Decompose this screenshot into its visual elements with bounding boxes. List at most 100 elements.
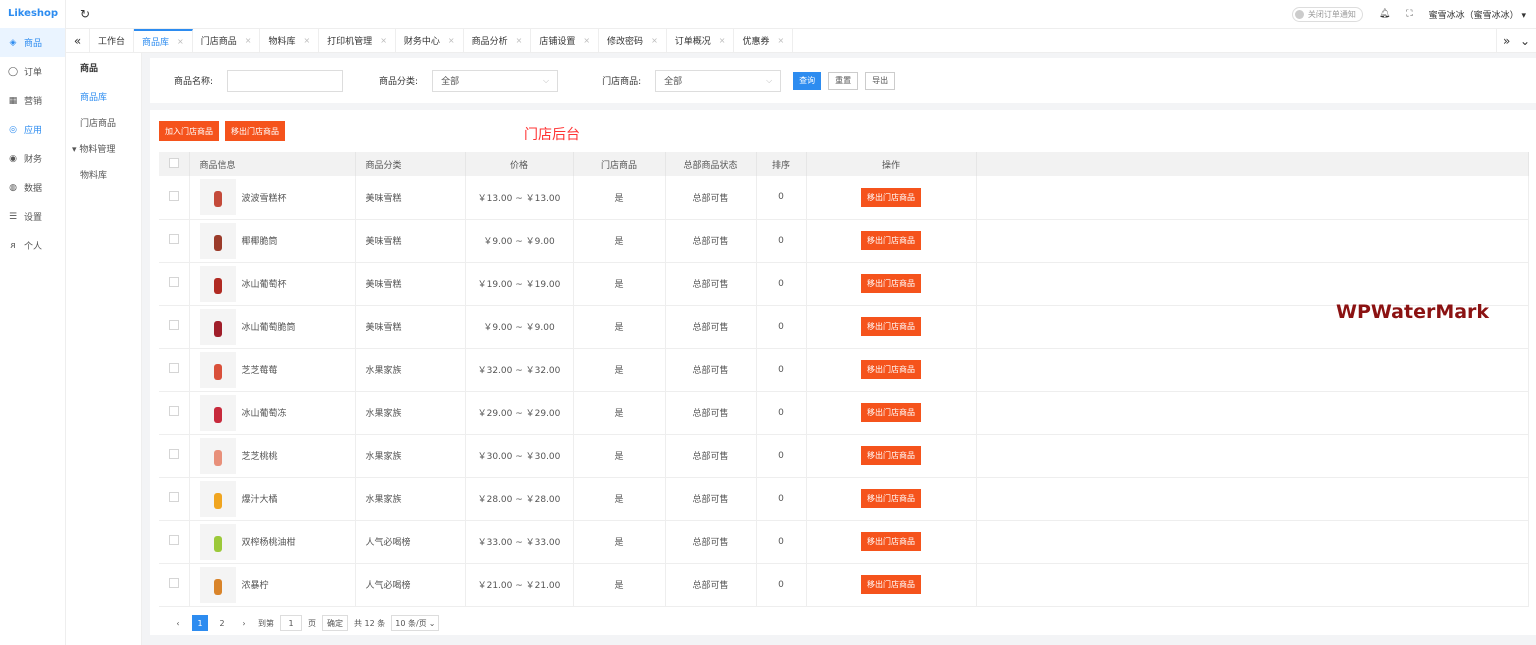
page-size-select[interactable]: 10 条/页 ⌄ <box>391 615 440 631</box>
product-thumbnail <box>199 308 236 345</box>
remove-from-store-row-button[interactable]: 移出门店商品 <box>861 446 921 465</box>
close-icon[interactable]: × <box>651 36 658 45</box>
category-select[interactable]: 全部 ⌵ <box>432 69 559 92</box>
close-icon[interactable]: × <box>448 36 455 45</box>
tab-9[interactable]: 订单概况 × <box>667 29 735 52</box>
tabs-scroll-right[interactable]: » ⌄ <box>1496 29 1536 52</box>
sidebar-item-goods[interactable]: ◈ 商品 <box>0 28 65 57</box>
sidebar-item-finance[interactable]: ◉ 财务 <box>0 144 65 173</box>
tab-2[interactable]: 门店商品 × <box>193 29 261 52</box>
remove-from-store-row-button[interactable]: 移出门店商品 <box>861 403 921 422</box>
sidebar-item-settings[interactable]: ☰ 设置 <box>0 202 65 231</box>
remove-from-store-row-button[interactable]: 移出门店商品 <box>861 532 921 551</box>
remove-from-store-row-button[interactable]: 移出门店商品 <box>861 274 921 293</box>
table-header-row: 商品信息 商品分类 价格 门店商品 总部商品状态 排序 操作 <box>159 152 1529 176</box>
tab-0[interactable]: 工作台 <box>90 29 135 52</box>
add-to-store-button[interactable]: 加入门店商品 <box>159 121 219 141</box>
row-select-cell[interactable] <box>159 219 190 263</box>
row-checkbox[interactable] <box>168 535 179 545</box>
row-select-cell[interactable] <box>159 348 190 392</box>
sidebar-item-orders[interactable]: ◯ 订单 <box>0 57 65 86</box>
store-select[interactable]: 全部 ⌵ <box>655 69 782 92</box>
table-row: 浓暴柠 人气必喝榜 ￥21.00 ~ ￥21.00 是总部可售 0 移出门店商品 <box>159 563 1529 607</box>
tab-6[interactable]: 商品分析 × <box>464 29 532 52</box>
tab-10[interactable]: 优惠券 × <box>734 29 794 52</box>
tab-8[interactable]: 修改密码 × <box>599 29 667 52</box>
row-select-cell[interactable] <box>159 563 190 607</box>
hq-status-cell: 总部可售 <box>665 176 757 220</box>
close-icon[interactable]: × <box>380 36 387 45</box>
select-all-header[interactable] <box>159 152 190 176</box>
tab-3[interactable]: 物料库 × <box>260 29 320 52</box>
export-button[interactable]: 导出 <box>865 71 896 90</box>
remove-from-store-row-button[interactable]: 移出门店商品 <box>861 360 921 379</box>
prev-page-icon[interactable]: ‹ <box>170 615 186 631</box>
select-all-checkbox[interactable] <box>168 157 179 168</box>
tab-4[interactable]: 打印机管理 × <box>319 29 396 52</box>
bell-icon[interactable]: 🔔︎ <box>1379 9 1390 19</box>
remove-from-store-row-button[interactable]: 移出门店商品 <box>861 575 921 594</box>
row-select-cell[interactable] <box>159 305 190 349</box>
refresh-icon[interactable]: ↻ <box>80 7 90 21</box>
tab-7[interactable]: 店铺设置 × <box>531 29 600 52</box>
double-chevron-right-icon[interactable]: » <box>1503 34 1510 48</box>
row-checkbox[interactable] <box>168 320 179 330</box>
chevron-down-icon[interactable]: ⌄ <box>1520 34 1530 48</box>
close-icon[interactable]: × <box>303 36 310 45</box>
subnav-item-product-library[interactable]: 商品库 <box>66 85 141 111</box>
tabs-scroll-left-icon[interactable]: « <box>66 29 90 52</box>
order-notify-toggle[interactable]: 关闭订单通知 <box>1291 6 1363 22</box>
remove-from-store-row-button[interactable]: 移出门店商品 <box>861 489 921 508</box>
data-icon: ◍ <box>9 182 17 193</box>
row-checkbox[interactable] <box>168 492 179 502</box>
row-select-cell[interactable] <box>159 520 190 564</box>
table-row: 冰山葡萄杯 美味雪糕 ￥19.00 ~ ￥19.00 是总部可售 0 移出门店商品 <box>159 262 1529 306</box>
tab-label: 物料库 <box>268 37 296 47</box>
sort-cell: 0 <box>756 563 807 607</box>
user-menu[interactable]: 蜜雪冰冰（蜜雪冰冰） ▾ <box>1429 8 1526 21</box>
subnav-item-material-library[interactable]: 物料库 <box>66 163 141 189</box>
remove-from-store-row-button[interactable]: 移出门店商品 <box>861 231 921 250</box>
sidebar-item-apps[interactable]: ◎ 应用 <box>0 115 65 144</box>
reset-button[interactable]: 重置 <box>828 71 859 90</box>
row-checkbox[interactable] <box>168 363 179 373</box>
row-checkbox[interactable] <box>168 578 179 588</box>
close-icon[interactable]: × <box>583 36 590 45</box>
sidebar-item-marketing[interactable]: ▦ 营销 <box>0 86 65 115</box>
close-icon[interactable]: × <box>516 36 523 45</box>
subnav-group-material[interactable]: ▾ 物料管理 <box>66 137 141 163</box>
query-button[interactable]: 查询 <box>793 71 822 90</box>
page-2[interactable]: 2 <box>214 615 230 631</box>
row-checkbox[interactable] <box>168 449 179 459</box>
row-select-cell[interactable] <box>159 477 190 521</box>
close-icon[interactable]: × <box>778 36 785 45</box>
app-logo[interactable]: Likeshop <box>0 0 65 28</box>
row-checkbox[interactable] <box>168 190 179 201</box>
row-select-cell[interactable] <box>159 262 190 306</box>
sidebar-item-data[interactable]: ◍ 数据 <box>0 173 65 202</box>
next-page-icon[interactable]: › <box>236 615 252 631</box>
sidebar-item-label: 营销 <box>24 97 43 107</box>
product-name-input[interactable] <box>227 69 344 92</box>
fullscreen-icon[interactable]: ⛶ <box>1406 9 1412 19</box>
product-info-cell: 芝芝莓莓 <box>189 348 356 392</box>
goto-confirm-button[interactable]: 确定 <box>322 615 348 631</box>
tab-5[interactable]: 财务中心 × <box>396 29 464 52</box>
row-select-cell[interactable] <box>159 176 190 220</box>
remove-from-store-row-button[interactable]: 移出门店商品 <box>861 317 921 336</box>
remove-from-store-row-button[interactable]: 移出门店商品 <box>861 187 921 207</box>
subnav-item-store-products[interactable]: 门店商品 <box>66 111 141 137</box>
row-select-cell[interactable] <box>159 434 190 478</box>
sidebar-item-profile[interactable]: ᴙ 个人 <box>0 231 65 260</box>
row-checkbox[interactable] <box>168 277 179 287</box>
close-icon[interactable]: × <box>245 36 252 45</box>
close-icon[interactable]: × <box>177 37 184 46</box>
row-checkbox[interactable] <box>168 406 179 416</box>
remove-from-store-button[interactable]: 移出门店商品 <box>225 121 285 141</box>
goto-page-input[interactable]: 1 <box>280 615 302 631</box>
row-checkbox[interactable] <box>168 234 179 244</box>
page-1[interactable]: 1 <box>192 615 208 631</box>
close-icon[interactable]: × <box>719 36 726 45</box>
row-select-cell[interactable] <box>159 391 190 435</box>
tab-1[interactable]: 商品库 × <box>134 29 193 52</box>
